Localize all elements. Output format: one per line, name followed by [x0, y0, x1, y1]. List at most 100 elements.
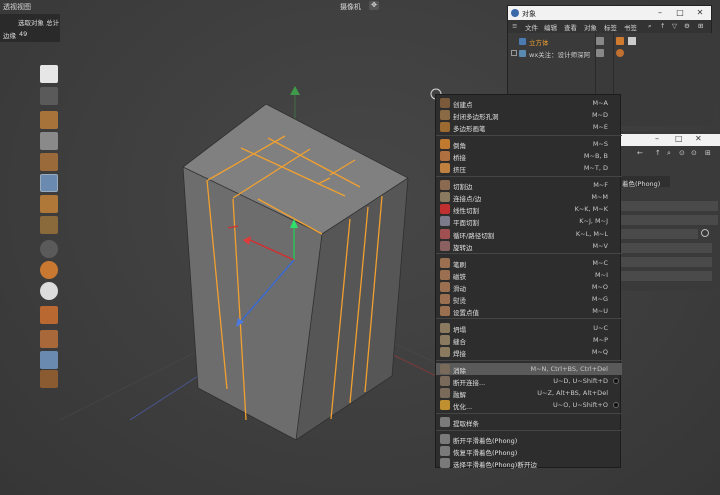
- perspective-viewport[interactable]: 透视视图 摄像机 ✥ 选取对象 总计 边缘 49 对象 – □ ✕ ≡ 文件 编…: [0, 0, 720, 495]
- tool-snap-settings[interactable]: [40, 261, 58, 279]
- menu-item-slide[interactable]: 滑动 M~O: [436, 281, 622, 293]
- tool-point-mode[interactable]: [40, 153, 58, 171]
- up-arrow-icon[interactable]: ↑: [655, 149, 661, 157]
- minimize-icon[interactable]: –: [655, 8, 665, 18]
- tool-grid[interactable]: [40, 330, 58, 348]
- menu-item-optimize[interactable]: 优化... U~O, U~Shift+O: [436, 399, 622, 411]
- attribute-dropdown[interactable]: [620, 243, 712, 253]
- tool-texture-edit[interactable]: [40, 132, 58, 150]
- menu-item-iron[interactable]: 熨烫 M~G: [436, 293, 622, 305]
- attribute-field[interactable]: [620, 215, 718, 225]
- tool-model-mode[interactable]: [40, 111, 58, 129]
- up-arrow-icon[interactable]: ↑: [660, 22, 665, 30]
- menu-item-plane-cut[interactable]: 平面切割 K~J, M~J: [436, 215, 622, 227]
- menu-item-disconnect[interactable]: 断开连接... U~D, U~Shift+D: [436, 375, 622, 387]
- lock-icon[interactable]: ⊙: [679, 149, 685, 157]
- attribute-dropdown[interactable]: [620, 257, 712, 267]
- menu-item-select-phong-break[interactable]: 选择平滑着色(Phong)断开边: [436, 457, 622, 469]
- protection-tag-icon[interactable]: [616, 49, 624, 57]
- menu-item-melt[interactable]: 融解 U~Z, Alt+BS, Alt+Del: [436, 387, 622, 399]
- mesh-context-menu[interactable]: 创建点 M~A 封闭多边形孔洞 M~D 多边形画笔 M~E 倒角 M~S 桥接 M~B, B 挤压 M…: [435, 94, 622, 469]
- menu-item-polygon-pen[interactable]: 多边形画笔 M~E: [436, 121, 622, 133]
- material-tag-icon[interactable]: [628, 37, 636, 45]
- visibility-check-icon[interactable]: [596, 49, 604, 57]
- menu-item-cut-edges[interactable]: 切割边 M~F: [436, 179, 622, 191]
- menu-tags[interactable]: 标签: [604, 22, 617, 32]
- object-manager-titlebar[interactable]: 对象 – □ ✕: [508, 6, 711, 20]
- menu-file[interactable]: 文件: [525, 22, 538, 32]
- bevel-icon: [440, 139, 450, 150]
- tool-lock[interactable]: [40, 370, 58, 388]
- menu-item-brush[interactable]: 笔刷 M~C: [436, 257, 622, 269]
- back-arrow-icon[interactable]: ←: [637, 149, 643, 157]
- hamburger-icon[interactable]: ≡: [512, 22, 517, 30]
- tool-texture-mode[interactable]: [40, 65, 58, 83]
- menu-item-close-hole[interactable]: 封闭多边形孔洞 M~D: [436, 109, 622, 121]
- filter-icon[interactable]: ▽: [672, 22, 677, 30]
- options-gear-icon[interactable]: [613, 402, 619, 409]
- menu-item-shortcut: K~L, M~L: [575, 229, 608, 238]
- disconnect-icon: [440, 376, 450, 387]
- menu-item-shortcut: M~B, B: [583, 152, 608, 161]
- menu-item-label: 挤压: [453, 166, 466, 175]
- tool-magnet[interactable]: [40, 306, 58, 324]
- close-icon[interactable]: ✕: [695, 8, 705, 18]
- menu-bookmarks[interactable]: 书签: [624, 22, 637, 32]
- menu-item-shortcut: M~F: [593, 181, 608, 190]
- menu-item-connect[interactable]: 连接点/边 M~M: [436, 191, 622, 203]
- search-icon[interactable]: ⌕: [667, 149, 671, 158]
- expand-icon[interactable]: [511, 50, 517, 56]
- menu-item-line-cut[interactable]: 线性切割 K~K, M~K: [436, 203, 622, 215]
- menu-object[interactable]: 对象: [584, 22, 597, 32]
- search-icon[interactable]: ⌕: [648, 22, 652, 31]
- add-icon[interactable]: ⊞: [705, 149, 711, 157]
- link-icon[interactable]: [701, 229, 709, 237]
- menu-item-break-phong[interactable]: 断开平滑着色(Phong): [436, 433, 622, 445]
- menu-item-bevel[interactable]: 倒角 M~S: [436, 138, 622, 150]
- settings-icon[interactable]: ⚙: [684, 22, 690, 30]
- menu-item-magnet[interactable]: 磁铁 M~I: [436, 269, 622, 281]
- menu-item-collapse[interactable]: 坍塌 U~C: [436, 322, 622, 334]
- object-name[interactable]: 立方体: [529, 37, 549, 47]
- attribute-dropdown[interactable]: [620, 229, 698, 239]
- menu-item-dissolve[interactable]: 消除 M~N, Ctrl+BS, Ctrl+Del: [436, 363, 622, 375]
- menu-item-extrude[interactable]: 挤压 M~T, D: [436, 162, 622, 174]
- attribute-field[interactable]: [620, 201, 718, 211]
- tool-soft-selection[interactable]: [40, 351, 58, 369]
- tool-edge-mode[interactable]: [40, 174, 58, 192]
- menu-item-stitch[interactable]: 缝合 M~P: [436, 334, 622, 346]
- close-icon[interactable]: ✕: [695, 134, 702, 143]
- phong-tag-icon[interactable]: [616, 37, 624, 45]
- cube-object[interactable]: [182, 103, 409, 441]
- menu-item-shortcut: M~Q: [591, 347, 608, 356]
- menu-item-bridge[interactable]: 桥接 M~B, B: [436, 150, 622, 162]
- object-row[interactable]: wx关注：设计师深阿: [508, 48, 713, 59]
- history-icon[interactable]: ⊙: [691, 149, 697, 157]
- menu-edit[interactable]: 编辑: [544, 22, 557, 32]
- attribute-dropdown[interactable]: [620, 271, 712, 281]
- maximize-icon[interactable]: □: [675, 8, 685, 18]
- tool-polygon-mode[interactable]: [40, 195, 58, 213]
- tool-axis-mode[interactable]: [40, 216, 58, 234]
- minimize-icon[interactable]: –: [655, 134, 659, 143]
- menu-item-unbreak-phong[interactable]: 恢复平滑着色(Phong): [436, 445, 622, 457]
- object-name[interactable]: wx关注：设计师深阿: [529, 49, 590, 59]
- add-icon[interactable]: ⊞: [698, 22, 703, 30]
- tool-snap[interactable]: [40, 240, 58, 258]
- options-gear-icon[interactable]: [613, 378, 619, 385]
- menu-item-set-point-value[interactable]: 设置点值 M~U: [436, 305, 622, 317]
- phong-tab[interactable]: 着色(Phong): [620, 176, 670, 188]
- attribute-titlebar[interactable]: – □ ✕: [615, 134, 720, 146]
- menu-item-edge-to-spline[interactable]: 提取样条: [436, 416, 622, 428]
- menu-item-spin-edge[interactable]: 旋转边 M~V: [436, 240, 622, 252]
- attribute-manager-window[interactable]: – □ ✕ ← ↑ ⌕ ⊙ ⊙ ⊞ 着色(Phong): [615, 131, 720, 291]
- menu-item-create-point[interactable]: 创建点 M~A: [436, 97, 622, 109]
- menu-item-weld[interactable]: 焊接 M~Q: [436, 346, 622, 358]
- tool-workplane[interactable]: [40, 87, 58, 105]
- menu-item-loop-cut[interactable]: 循环/路径切割 K~L, M~L: [436, 228, 622, 240]
- tool-quantize[interactable]: [40, 282, 58, 300]
- maximize-icon[interactable]: □: [675, 134, 683, 143]
- visibility-check-icon[interactable]: [596, 37, 604, 45]
- menu-view[interactable]: 查看: [564, 22, 577, 32]
- object-row[interactable]: 立方体: [508, 36, 713, 47]
